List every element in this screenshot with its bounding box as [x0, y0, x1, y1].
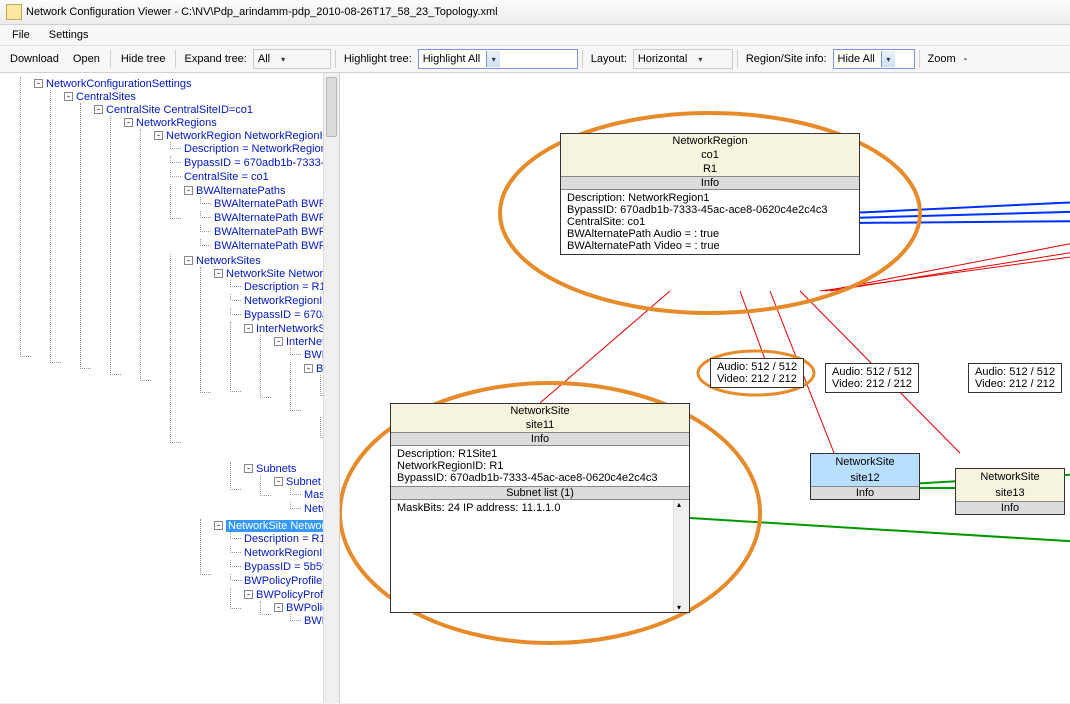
expand-tree-combo[interactable]: All: [253, 49, 331, 69]
info-button[interactable]: Info: [956, 501, 1064, 514]
layout-label: Layout:: [587, 53, 631, 65]
chevron-down-icon: [276, 51, 290, 67]
highlight-tree-label: Highlight tree:: [340, 53, 416, 65]
divider: [335, 50, 336, 68]
subnet-list[interactable]: MaskBits: 24 IP address: 11.1.1.0: [391, 500, 689, 612]
chevron-down-icon: [486, 51, 500, 67]
tree-item-selected[interactable]: -NetworkSite NetworkSiteID=site12 Descri…: [200, 519, 339, 631]
menu-settings[interactable]: Settings: [41, 27, 97, 43]
zoom-label: Zoom: [924, 53, 960, 65]
info-button[interactable]: Info: [391, 432, 689, 446]
region-info-combo[interactable]: Hide All: [833, 49, 915, 69]
subnet-scrollbar[interactable]: [673, 500, 689, 612]
node-header: NetworkRegion: [561, 134, 859, 148]
menu-file[interactable]: File: [4, 27, 38, 43]
toolbar: Download Open Hide tree Expand tree: All…: [0, 46, 1070, 73]
tree-scrollbar[interactable]: [323, 73, 339, 703]
network-site12-node[interactable]: NetworkSite site12 Info: [810, 453, 920, 500]
menubar: File Settings: [0, 25, 1070, 46]
open-button[interactable]: Open: [67, 51, 106, 67]
region-info-label: Region/Site info:: [742, 53, 831, 65]
network-site13-node[interactable]: NetworkSite site13 Info: [955, 468, 1065, 515]
layout-value: Horizontal: [638, 53, 688, 65]
highlight-tree-combo[interactable]: Highlight All: [418, 49, 578, 69]
tree-panel: -NetworkConfigurationSettings -CentralSi…: [0, 73, 340, 703]
expand-tree-value: All: [258, 53, 270, 65]
main-area: -NetworkConfigurationSettings -CentralSi…: [0, 73, 1070, 703]
edge-label-1: Audio: 512 / 512Video: 212 / 212: [710, 358, 804, 388]
highlight-tree-value: Highlight All: [423, 53, 480, 65]
hide-tree-button[interactable]: Hide tree: [115, 51, 172, 67]
minus-icon[interactable]: -: [962, 53, 970, 65]
download-button[interactable]: Download: [4, 51, 65, 67]
layout-combo[interactable]: Horizontal: [633, 49, 733, 69]
titlebar: Network Configuration Viewer - C:\NV\Pdp…: [0, 0, 1070, 25]
edge-label-3: Audio: 512 / 512Video: 212 / 212: [968, 363, 1062, 393]
window-title: Network Configuration Viewer - C:\NV\Pdp…: [26, 6, 498, 18]
expand-tree-label: Expand tree:: [180, 53, 250, 65]
divider: [919, 50, 920, 68]
region-info-value: Hide All: [838, 53, 875, 65]
diagram-canvas[interactable]: NetworkRegion co1 R1 Info Description: N…: [340, 73, 1070, 703]
info-button[interactable]: Info: [811, 486, 919, 499]
network-region-node[interactable]: NetworkRegion co1 R1 Info Description: N…: [560, 133, 860, 255]
divider: [737, 50, 738, 68]
chevron-down-icon: [881, 51, 895, 67]
app-icon: [6, 4, 22, 20]
divider: [582, 50, 583, 68]
chevron-down-icon: [693, 51, 707, 67]
divider: [175, 50, 176, 68]
tree[interactable]: -NetworkConfigurationSettings -CentralSi…: [0, 73, 339, 641]
info-button[interactable]: Info: [561, 176, 859, 190]
edge-label-2: Audio: 512 / 512Video: 212 / 212: [825, 363, 919, 393]
divider: [110, 50, 111, 68]
network-site11-node[interactable]: NetworkSite site11 Info Description: R1S…: [390, 403, 690, 613]
